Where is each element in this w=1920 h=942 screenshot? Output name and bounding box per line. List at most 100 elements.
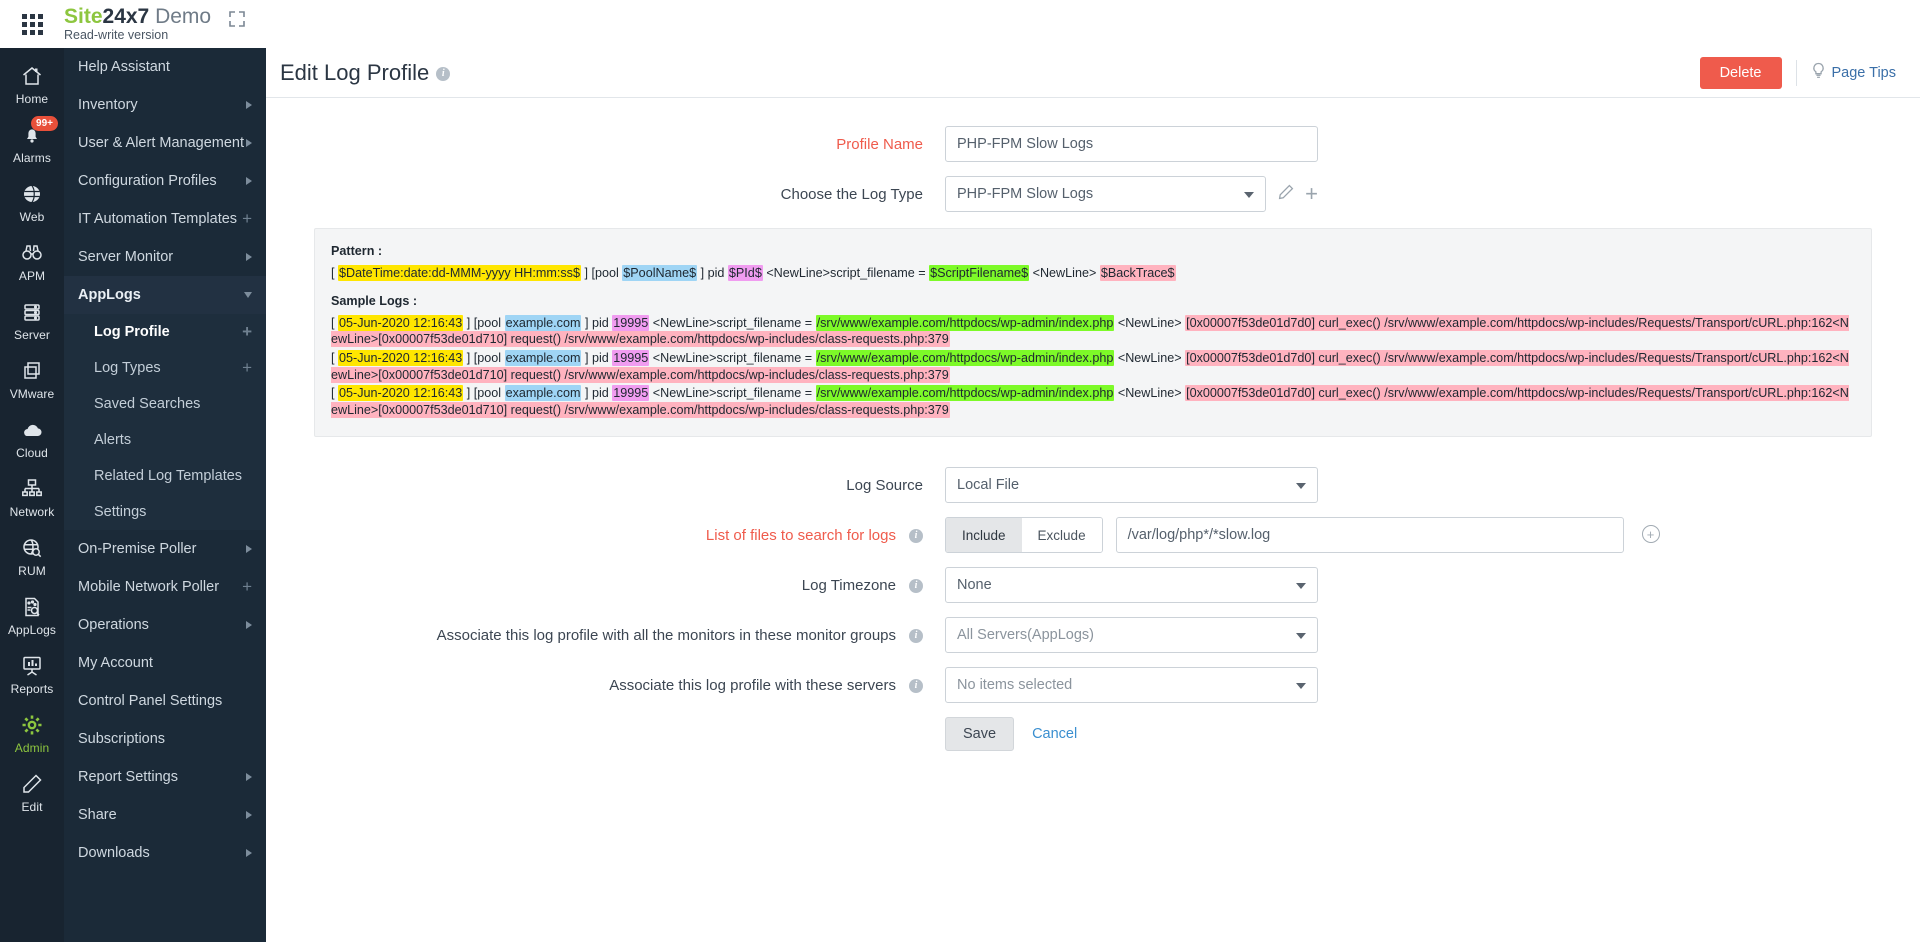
log-source-select[interactable]: Local File [945, 467, 1318, 503]
page-tips-button[interactable]: Page Tips [1811, 62, 1897, 83]
nav-item-downloads[interactable]: Downloads [64, 834, 266, 872]
plus-icon[interactable]: + [242, 363, 252, 373]
cancel-link[interactable]: Cancel [1032, 726, 1077, 742]
timezone-label-text: Log Timezone [802, 577, 896, 594]
timezone-select[interactable]: None [945, 567, 1318, 603]
include-exclude-toggle[interactable]: Include Exclude [945, 517, 1103, 553]
rail-item-server[interactable]: Server [0, 290, 64, 349]
page-title: Edit Log Profilei [280, 60, 450, 86]
content-area: Edit Log Profilei Delete Page Tips [266, 48, 1920, 942]
sidebar-item-label: Settings [94, 504, 146, 520]
sidebar-item-related-log-templates[interactable]: Related Log Templates [64, 458, 266, 494]
rail-item-home[interactable]: Home [0, 54, 64, 113]
sidebar-item-settings[interactable]: Settings [64, 494, 266, 530]
nav-item-it-automation-templates[interactable]: IT Automation Templates+ [64, 200, 266, 238]
rail-item-apm[interactable]: APM [0, 231, 64, 290]
rail-item-web[interactable]: Web [0, 172, 64, 231]
profile-name-input[interactable]: PHP-FPM Slow Logs [945, 126, 1318, 162]
app-shell: Home99+Alarms Web APMServer VMware CloudNetw… [0, 48, 1920, 942]
servers-label: Associate this log profile with these se… [290, 667, 945, 694]
nav-item-on-premise-poller[interactable]: On-Premise Poller [64, 530, 266, 568]
timezone-row: Log Timezone i None [290, 567, 1896, 603]
plus-icon[interactable]: + [242, 582, 252, 592]
top-bar: Site24x7 Demo Read-write version [0, 0, 1920, 48]
nav-item-configuration-profiles[interactable]: Configuration Profiles [64, 162, 266, 200]
subnav-applogs: Log Profile+Log Types+Saved SearchesAler… [64, 314, 266, 530]
brand-logo[interactable]: Site24x7 Demo Read-write version [64, 6, 211, 42]
info-icon[interactable]: i [909, 579, 923, 593]
nav-item-report-settings[interactable]: Report Settings [64, 758, 266, 796]
nav-item-operations[interactable]: Operations [64, 606, 266, 644]
rail-item-network[interactable]: Network [0, 467, 64, 526]
log-search-icon [20, 594, 44, 620]
log-type-select[interactable]: PHP-FPM Slow Logs [945, 176, 1266, 212]
info-icon[interactable]: i [909, 679, 923, 693]
info-icon[interactable]: i [909, 629, 923, 643]
sample-token: ] pid [581, 351, 612, 365]
circle-plus-icon[interactable]: + [1642, 525, 1660, 543]
sample-token: 05-Jun-2020 12:16:43 [338, 385, 463, 401]
sample-token: /srv/www/example.com/httpdocs/wp-admin/i… [816, 350, 1115, 366]
globe-search-icon [20, 535, 44, 561]
app-grid-icon[interactable] [0, 0, 64, 48]
exclude-option[interactable]: Exclude [1022, 518, 1102, 552]
sidebar-item-alerts[interactable]: Alerts [64, 422, 266, 458]
rail-item-label: Admin [15, 741, 50, 755]
info-icon[interactable]: i [909, 529, 923, 543]
include-option[interactable]: Include [946, 518, 1022, 552]
expand-icon[interactable] [227, 9, 247, 34]
sidebar-item-log-profile[interactable]: Log Profile + [64, 314, 266, 350]
plus-icon[interactable]: + [1305, 186, 1318, 202]
rail-item-label: VMware [10, 387, 55, 401]
nav-item-label: Configuration Profiles [78, 173, 217, 189]
nav-item-server-monitor[interactable]: Server Monitor [64, 238, 266, 276]
sidebar-item-label: Log Profile [94, 324, 170, 340]
nav-item-label: Inventory [78, 97, 138, 113]
chevron-down-icon [1296, 683, 1306, 689]
nav-item-help-assistant[interactable]: Help Assistant [64, 48, 266, 86]
pencil-icon[interactable] [1278, 184, 1294, 204]
sidebar-item-log-types[interactable]: Log Types+ [64, 350, 266, 386]
servers-select[interactable]: No items selected [945, 667, 1318, 703]
sample-token: ] [pool [463, 351, 504, 365]
sample-log-line: [ 05-Jun-2020 12:16:43 ] [pool example.c… [331, 385, 1855, 418]
save-button[interactable]: Save [945, 717, 1014, 751]
report-icon [20, 653, 44, 679]
sidebar-item-saved-searches[interactable]: Saved Searches [64, 386, 266, 422]
nav-item-inventory[interactable]: Inventory [64, 86, 266, 124]
rail-item-rum[interactable]: RUM [0, 526, 64, 585]
sample-log-lines: [ 05-Jun-2020 12:16:43 ] [pool example.c… [331, 315, 1855, 419]
timezone-value: None [957, 577, 992, 593]
nav-item-label: User & Alert Management [78, 135, 244, 151]
nav-item-label: Subscriptions [78, 731, 165, 747]
nav-item-control-panel-settings[interactable]: Control Panel Settings [64, 682, 266, 720]
rail-item-admin[interactable]: Admin [0, 703, 64, 762]
monitor-groups-select[interactable]: All Servers(AppLogs) [945, 617, 1318, 653]
info-icon[interactable]: i [436, 67, 450, 81]
rail-item-reports[interactable]: Reports [0, 644, 64, 703]
chevron-right-icon [246, 773, 252, 781]
sample-log-line: [ 05-Jun-2020 12:16:43 ] [pool example.c… [331, 350, 1855, 383]
rail-item-cloud[interactable]: Cloud [0, 408, 64, 467]
brand-site: Site [64, 5, 103, 28]
brand-demo: Demo [149, 5, 211, 28]
nav-item-mobile-network-poller[interactable]: Mobile Network Poller+ [64, 568, 266, 606]
header-divider [1796, 60, 1797, 86]
nav-item-applogs[interactable]: AppLogs [64, 276, 266, 314]
chevron-down-icon [1296, 633, 1306, 639]
nav-item-share[interactable]: Share [64, 796, 266, 834]
delete-button[interactable]: Delete [1700, 57, 1782, 89]
rail-item-vmware[interactable]: VMware [0, 349, 64, 408]
nav-item-my-account[interactable]: My Account [64, 644, 266, 682]
rail-item-applogs[interactable]: AppLogs [0, 585, 64, 644]
rail-item-edit[interactable]: Edit [0, 762, 64, 821]
nav-item-user-alert-management[interactable]: User & Alert Management [64, 124, 266, 162]
nav-item-subscriptions[interactable]: Subscriptions [64, 720, 266, 758]
plus-icon[interactable]: + [242, 327, 252, 337]
file-path-input[interactable]: /var/log/php*/*slow.log [1116, 517, 1624, 553]
pattern-token: <NewLine>script_filename = [763, 266, 929, 280]
rail-item-alarms[interactable]: 99+Alarms [0, 113, 64, 172]
plus-icon[interactable]: + [242, 214, 252, 224]
rail-item-label: Web [20, 210, 45, 224]
nav-item-label: On-Premise Poller [78, 541, 196, 557]
